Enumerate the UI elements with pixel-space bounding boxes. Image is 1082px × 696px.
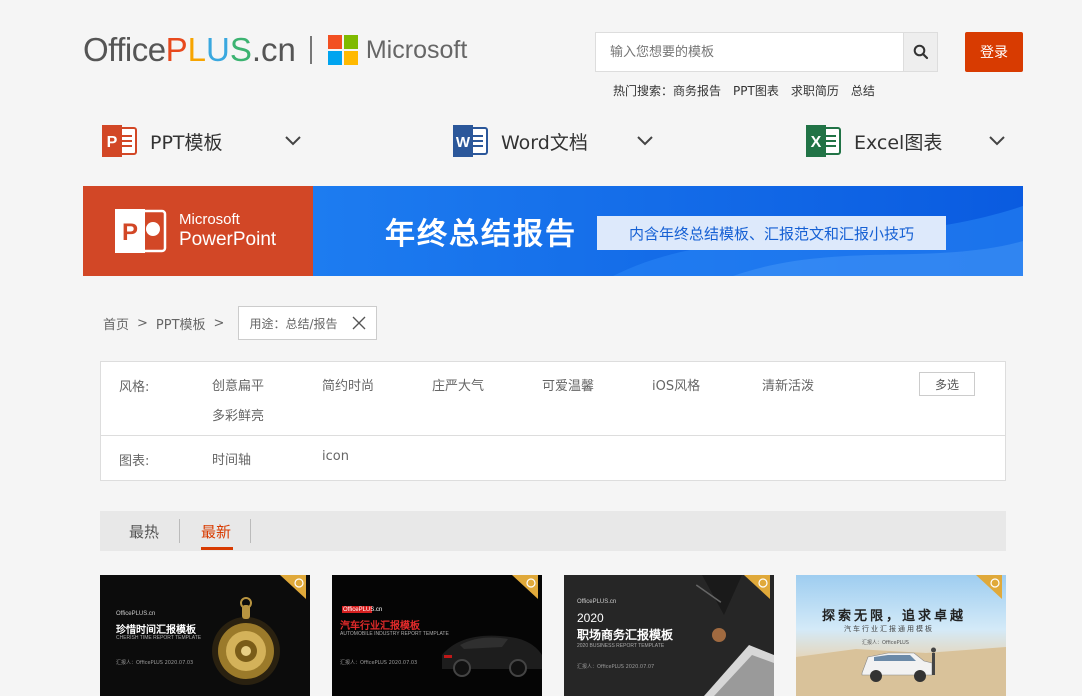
- chart-option[interactable]: 时间轴: [212, 449, 251, 468]
- search-bar: [595, 32, 938, 72]
- card-subtitle: AUTOMOBILE INDUSTRY REPORT TEMPLATE: [340, 631, 449, 637]
- premium-badge-icon: [744, 575, 770, 599]
- chevron-down-icon[interactable]: [988, 134, 1006, 148]
- card-title: 珍惜时间汇报模板: [116, 625, 196, 636]
- logo-plus-text: PLUS: [165, 31, 252, 68]
- card-meta: 汇报人：OfficePLUS: [862, 640, 909, 646]
- active-filter-label: 用途：总结/报告: [249, 316, 338, 331]
- banner-subtitle-pill: 内含年终总结模板、汇报范文和汇报小技巧: [597, 216, 946, 250]
- hot-search-link[interactable]: 总结: [851, 82, 875, 99]
- style-option[interactable]: 简约时尚: [322, 375, 374, 394]
- chart-filter-label: 图表:: [119, 454, 150, 469]
- page: Office PLUS .cn Microsoft 登录 热门搜索： 商务报告 …: [0, 0, 1082, 696]
- tab-hottest[interactable]: 最热: [129, 521, 159, 542]
- category-word[interactable]: W Word文档: [453, 122, 588, 160]
- template-card[interactable]: 探索无限，追求卓越 汽车行业汇报通用模板 汇报人：OfficePLUS: [796, 575, 1006, 696]
- category-label: Word文档: [501, 131, 588, 154]
- category-label: PPT模板: [150, 131, 223, 154]
- powerpoint-icon: P: [102, 125, 137, 157]
- svg-text:P: P: [122, 219, 138, 246]
- card-thumbnail-suv: [796, 647, 1006, 696]
- template-card[interactable]: OfficePLUS.cn 汽车行业汇报模板 AUTOMOBILE INDUST…: [332, 575, 542, 696]
- card-brand: OfficePLUS.cn: [343, 607, 383, 613]
- sort-tabs: 最热 最新: [100, 511, 1006, 551]
- chart-option[interactable]: icon: [322, 449, 349, 464]
- officeplus-logo[interactable]: Office PLUS .cn Microsoft: [83, 28, 467, 72]
- template-card[interactable]: OfficePLUS.cn 珍惜时间汇报模板 CHERISH TIME REPO…: [100, 575, 310, 696]
- svg-text:P: P: [107, 134, 118, 151]
- premium-badge-icon: [976, 575, 1002, 599]
- banner-ms-wordmark: Microsoft PowerPoint: [179, 211, 276, 250]
- chevron-down-icon[interactable]: [284, 134, 302, 148]
- breadcrumb-separator: >: [213, 315, 225, 331]
- style-option[interactable]: 庄严大气: [432, 375, 484, 394]
- microsoft-logo-icon: [327, 35, 358, 65]
- tab-divider: [179, 519, 180, 543]
- promo-banner[interactable]: P Microsoft PowerPoint 年终总结报告 内含年终总结模板、汇…: [83, 186, 1023, 276]
- card-meta: 汇报人：OfficePLUS 2020.07.03: [116, 660, 194, 666]
- filter-panel: 风格: 创意扁平 简约时尚 庄严大气 可爱温馨 iOS风格 清新活泼 多彩鲜亮 …: [100, 361, 1006, 481]
- card-title: 汽车行业汇报模板: [340, 621, 420, 632]
- banner-microsoft-text: Microsoft: [179, 211, 240, 229]
- search-icon: [913, 44, 928, 60]
- category-ppt[interactable]: P PPT模板: [102, 122, 223, 160]
- active-tab-underline: [201, 547, 233, 550]
- hot-search-link[interactable]: 求职简历: [791, 82, 839, 99]
- breadcrumb-ppt[interactable]: PPT模板: [156, 314, 206, 333]
- style-option[interactable]: 创意扁平: [212, 375, 264, 394]
- banner-title: 年终总结报告: [385, 217, 577, 252]
- premium-badge-icon: [280, 575, 306, 599]
- filter-divider: [101, 435, 1005, 436]
- category-excel[interactable]: X Excel图表: [806, 122, 942, 160]
- login-button[interactable]: 登录: [965, 32, 1023, 72]
- word-icon: W: [453, 125, 488, 157]
- premium-badge-icon: [512, 575, 538, 599]
- style-filter-label: 风格:: [119, 380, 150, 395]
- banner-content: 年终总结报告 内含年终总结模板、汇报范文和汇报小技巧: [313, 186, 1023, 276]
- hot-search-link[interactable]: 商务报告: [673, 82, 721, 99]
- style-option[interactable]: 清新活泼: [762, 375, 814, 394]
- card-meta: 汇报人：OfficePLUS 2020.07.03: [340, 660, 418, 666]
- card-subtitle: CHERISH TIME REPORT TEMPLATE: [116, 635, 202, 641]
- breadcrumb: 首页 > PPT模板 > 用途：总结/报告: [103, 306, 377, 340]
- hot-searches: 热门搜索： 商务报告 PPT图表 求职简历 总结: [613, 82, 875, 99]
- style-option[interactable]: 可爱温馨: [542, 375, 594, 394]
- tab-divider: [250, 519, 251, 543]
- card-subtitle: 2020 BUSINESS REPORT TEMPLATE: [577, 643, 665, 649]
- chevron-down-icon[interactable]: [636, 134, 654, 148]
- logo-divider: [309, 36, 312, 64]
- svg-text:X: X: [811, 134, 822, 151]
- breadcrumb-home[interactable]: 首页: [103, 314, 129, 333]
- card-subtitle: 汽车行业汇报通用模板: [844, 625, 934, 633]
- logo-cn-text: .cn: [251, 31, 296, 68]
- style-option[interactable]: 多彩鲜亮: [212, 405, 264, 424]
- card-meta: 汇报人：OfficePLUS 2020.07.07: [577, 664, 655, 670]
- hot-search-link[interactable]: PPT图表: [733, 82, 779, 99]
- microsoft-wordmark: Microsoft: [365, 35, 468, 64]
- svg-text:W: W: [456, 134, 471, 151]
- excel-icon: X: [806, 125, 841, 157]
- card-brand: OfficePLUS.cn: [116, 611, 156, 617]
- template-card[interactable]: OfficePLUS.cn 2020 职场商务汇报模板 2020 BUSINES…: [564, 575, 774, 696]
- logo-office-text: Office: [83, 31, 166, 68]
- powerpoint-logo-icon: P: [115, 209, 167, 253]
- search-button[interactable]: [903, 33, 937, 71]
- tab-newest[interactable]: 最新: [201, 521, 231, 542]
- banner-powerpoint-brand: P Microsoft PowerPoint: [83, 186, 313, 276]
- active-filter-tag: 用途：总结/报告: [238, 306, 377, 340]
- card-brand: OfficePLUS.cn: [577, 599, 617, 605]
- search-input[interactable]: [596, 33, 903, 71]
- multi-select-button[interactable]: 多选: [919, 372, 975, 396]
- banner-powerpoint-text: PowerPoint: [179, 228, 277, 250]
- hot-searches-label: 热门搜索：: [613, 84, 674, 98]
- breadcrumb-separator: >: [137, 315, 148, 331]
- close-icon[interactable]: [352, 316, 366, 330]
- card-year: 2020: [577, 611, 604, 625]
- style-option[interactable]: iOS风格: [652, 375, 700, 394]
- category-label: Excel图表: [854, 131, 943, 154]
- card-title: 探索无限，追求卓越: [822, 609, 967, 624]
- card-title: 职场商务汇报模板: [577, 628, 674, 642]
